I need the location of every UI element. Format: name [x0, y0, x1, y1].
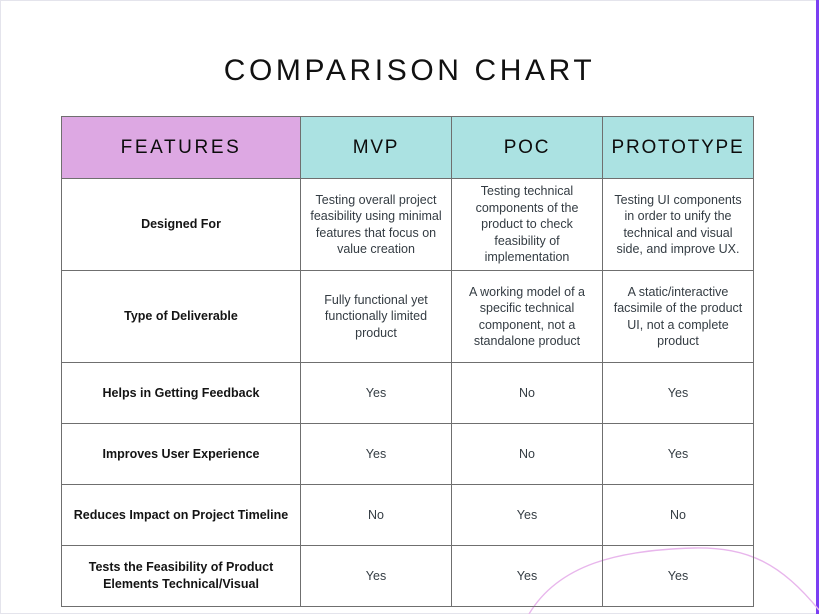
table-row: Designed For Testing overall project feas…	[61, 178, 754, 271]
value-cell: No	[451, 423, 603, 485]
table-body: Designed For Testing overall project feas…	[61, 178, 754, 607]
feature-label-cell: Type of Deliverable	[61, 270, 301, 363]
comparison-table: FEATURES MVP POC PROTOTYPE Designed For T…	[61, 116, 754, 607]
comparison-chart-canvas: COMPARISON CHART FEATURES MVP POC PROTOT…	[0, 0, 819, 614]
feature-label-cell: Improves User Experience	[61, 423, 301, 485]
feature-label-cell: Designed For	[61, 178, 301, 271]
value-cell: Yes	[300, 423, 452, 485]
feature-label-cell: Helps in Getting Feedback	[61, 362, 301, 424]
description-cell: Testing technical components of the prod…	[451, 178, 603, 271]
description-cell: A working model of a specific technical …	[451, 270, 603, 363]
value-cell: Yes	[451, 484, 603, 546]
header-cell-mvp: MVP	[300, 116, 452, 179]
value-cell: No	[300, 484, 452, 546]
value-cell: No	[451, 362, 603, 424]
table-row: Type of Deliverable Fully functional yet …	[61, 270, 754, 363]
comparison-table-wrap: FEATURES MVP POC PROTOTYPE Designed For T…	[61, 116, 754, 607]
header-cell-poc: POC	[451, 116, 603, 179]
value-cell: Yes	[602, 362, 754, 424]
table-row: Reduces Impact on Project Timeline No Yes N…	[61, 484, 754, 546]
header-cell-features: FEATURES	[61, 116, 301, 179]
value-cell: Yes	[602, 423, 754, 485]
table-row: Improves User Experience Yes No Yes	[61, 423, 754, 485]
table-header: FEATURES MVP POC PROTOTYPE	[61, 116, 754, 179]
description-cell: Testing overall project feasibility usin…	[300, 178, 452, 271]
description-cell: A static/interactive facsimile of the pr…	[602, 270, 754, 363]
table-row: Tests the Feasibility of Product Element…	[61, 545, 754, 607]
page-title: COMPARISON CHART	[223, 54, 596, 87]
description-cell: Fully functional yet functionally limite…	[300, 270, 452, 363]
value-cell: Yes	[300, 362, 452, 424]
table-row: Helps in Getting Feedback Yes No Yes	[61, 362, 754, 424]
header-row: FEATURES MVP POC PROTOTYPE	[61, 116, 754, 179]
value-cell: Yes	[602, 545, 754, 607]
description-cell: Testing UI components in order to unify …	[602, 178, 754, 271]
value-cell: Yes	[300, 545, 452, 607]
feature-label-cell: Reduces Impact on Project Timeline	[61, 484, 301, 546]
feature-label-cell: Tests the Feasibility of Product Element…	[61, 545, 301, 607]
value-cell: Yes	[451, 545, 603, 607]
value-cell: No	[602, 484, 754, 546]
header-cell-prototype: PROTOTYPE	[602, 116, 754, 179]
